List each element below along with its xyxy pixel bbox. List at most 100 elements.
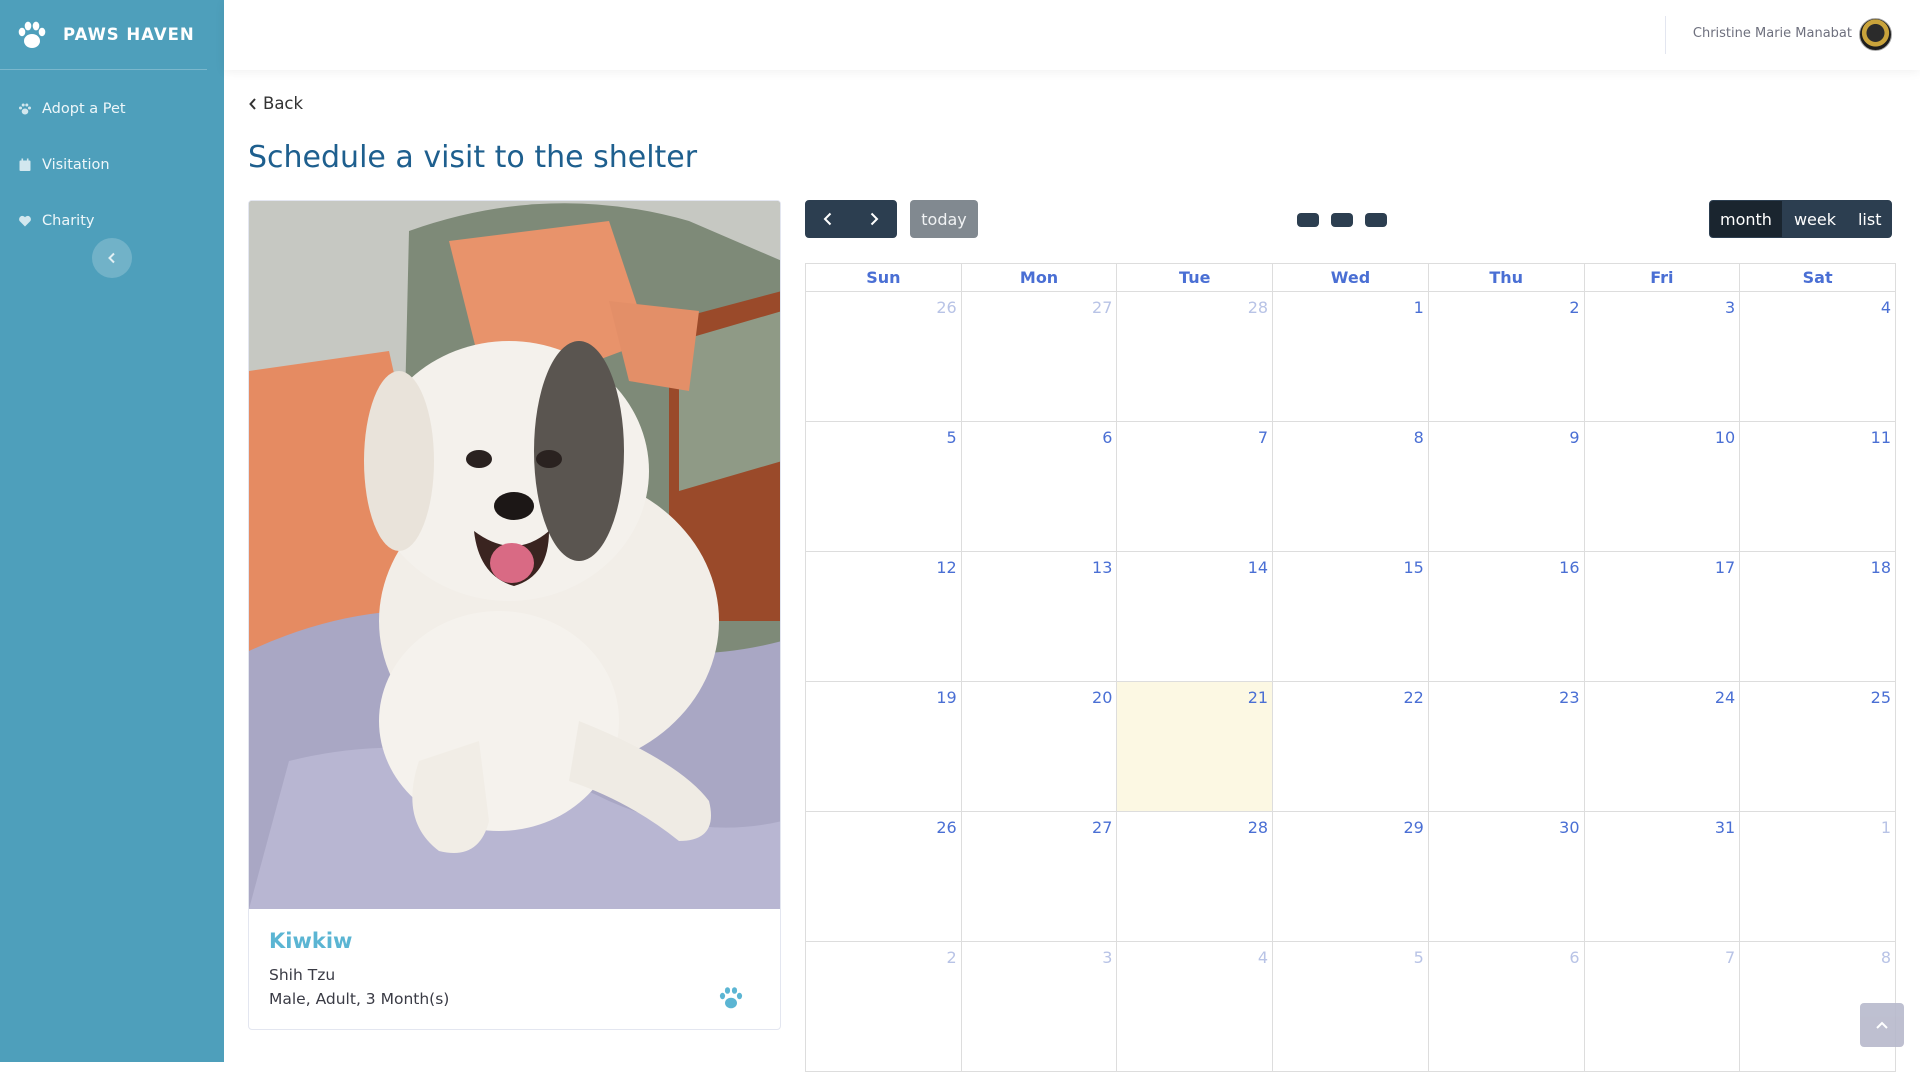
- day-number[interactable]: 8: [1414, 428, 1424, 447]
- calendar-day-cell[interactable]: 12: [805, 551, 962, 682]
- day-number[interactable]: 26: [936, 818, 956, 837]
- sidebar-item-visitation[interactable]: Visitation: [0, 137, 224, 193]
- calendar-day-cell[interactable]: 6: [960, 421, 1118, 552]
- day-number[interactable]: 6: [1102, 428, 1112, 447]
- day-number[interactable]: 27: [1092, 818, 1112, 837]
- day-number[interactable]: 4: [1258, 948, 1268, 967]
- calendar-day-cell[interactable]: 7: [1116, 421, 1274, 552]
- calendar-day-cell[interactable]: 26: [805, 291, 962, 422]
- calendar-day-cell[interactable]: 26: [805, 811, 962, 942]
- day-number[interactable]: 14: [1248, 558, 1268, 577]
- avatar[interactable]: [1859, 18, 1892, 51]
- day-number[interactable]: 31: [1715, 818, 1735, 837]
- calendar-day-cell[interactable]: 4: [1739, 291, 1896, 422]
- calendar-day-cell[interactable]: 14: [1116, 551, 1274, 682]
- calendar-day-cell[interactable]: 5: [805, 421, 962, 552]
- day-number[interactable]: 5: [1414, 948, 1424, 967]
- next-button[interactable]: [851, 200, 897, 238]
- scroll-to-top-button[interactable]: [1860, 1003, 1904, 1047]
- day-number[interactable]: 19: [936, 688, 956, 707]
- day-number[interactable]: 30: [1559, 818, 1579, 837]
- calendar-day-cell[interactable]: 7: [1583, 941, 1741, 1072]
- calendar-day-cell[interactable]: 3: [960, 941, 1118, 1072]
- day-number[interactable]: 2: [947, 948, 957, 967]
- sidebar-item-adopt-a-pet[interactable]: Adopt a Pet: [0, 81, 224, 137]
- view-list-button[interactable]: list: [1846, 200, 1893, 238]
- calendar-day-cell[interactable]: 15: [1272, 551, 1429, 682]
- day-number[interactable]: 1: [1414, 298, 1424, 317]
- day-number[interactable]: 4: [1881, 298, 1891, 317]
- calendar-day-cell[interactable]: 6: [1427, 941, 1585, 1072]
- calendar-day-cell[interactable]: 27: [960, 811, 1118, 942]
- calendar-day-cell[interactable]: 18: [1739, 551, 1896, 682]
- back-link[interactable]: Back: [248, 94, 303, 113]
- view-week-button[interactable]: week: [1782, 200, 1847, 238]
- day-number[interactable]: 17: [1715, 558, 1735, 577]
- today-button[interactable]: today: [910, 200, 978, 238]
- calendar-day-cell[interactable]: 4: [1116, 941, 1274, 1072]
- day-number[interactable]: 10: [1715, 428, 1735, 447]
- sidebar-toggle-button[interactable]: [92, 238, 132, 278]
- calendar-day-cell[interactable]: 19: [805, 681, 962, 812]
- day-number[interactable]: 27: [1092, 298, 1112, 317]
- day-number[interactable]: 20: [1092, 688, 1112, 707]
- day-number[interactable]: 21: [1248, 688, 1268, 707]
- calendar-day-cell[interactable]: 25: [1739, 681, 1896, 812]
- calendar-day-cell[interactable]: 2: [805, 941, 962, 1072]
- day-number[interactable]: 5: [947, 428, 957, 447]
- calendar-day-cell[interactable]: 30: [1427, 811, 1585, 942]
- calendar-day-cell[interactable]: 11: [1739, 421, 1896, 552]
- day-number[interactable]: 6: [1569, 948, 1579, 967]
- calendar-day-cell[interactable]: 5: [1272, 941, 1429, 1072]
- day-number[interactable]: 15: [1403, 558, 1423, 577]
- day-number[interactable]: 11: [1871, 428, 1891, 447]
- calendar-day-cell[interactable]: 2: [1427, 291, 1585, 422]
- day-number[interactable]: 26: [936, 298, 956, 317]
- day-number[interactable]: 9: [1569, 428, 1579, 447]
- prev-button[interactable]: [805, 200, 851, 238]
- day-number[interactable]: 28: [1248, 818, 1268, 837]
- calendar-day-cell[interactable]: 27: [960, 291, 1118, 422]
- day-number[interactable]: 22: [1403, 688, 1423, 707]
- day-number[interactable]: 3: [1725, 298, 1735, 317]
- day-number[interactable]: 3: [1102, 948, 1112, 967]
- day-number[interactable]: 29: [1403, 818, 1423, 837]
- day-number[interactable]: 2: [1569, 298, 1579, 317]
- day-number[interactable]: 1: [1881, 818, 1891, 837]
- day-number[interactable]: 24: [1715, 688, 1735, 707]
- day-number[interactable]: 16: [1559, 558, 1579, 577]
- view-month-button[interactable]: month: [1709, 200, 1783, 238]
- day-number[interactable]: 12: [936, 558, 956, 577]
- day-number[interactable]: 7: [1725, 948, 1735, 967]
- day-number[interactable]: 18: [1871, 558, 1891, 577]
- day-number[interactable]: 23: [1559, 688, 1579, 707]
- pet-details: Male, Adult, 3 Month(s): [269, 990, 450, 1008]
- calendar-day-cell[interactable]: 1: [1739, 811, 1896, 942]
- calendar-day-cell[interactable]: 13: [960, 551, 1118, 682]
- calendar-day-cell[interactable]: 9: [1427, 421, 1585, 552]
- calendar-day-cell[interactable]: 20: [960, 681, 1118, 812]
- calendar-day-cell[interactable]: 24: [1583, 681, 1741, 812]
- calendar-day-cell[interactable]: 10: [1583, 421, 1741, 552]
- calendar-title-loading: [1297, 213, 1387, 227]
- calendar-day-cell[interactable]: 28: [1116, 291, 1274, 422]
- calendar-day-cell[interactable]: 29: [1272, 811, 1429, 942]
- calendar-day-cell[interactable]: 1: [1272, 291, 1429, 422]
- day-number[interactable]: 8: [1881, 948, 1891, 967]
- day-number[interactable]: 25: [1871, 688, 1891, 707]
- day-number[interactable]: 13: [1092, 558, 1112, 577]
- calendar-day-cell[interactable]: 3: [1583, 291, 1741, 422]
- user-name[interactable]: Christine Marie Manabat: [1693, 26, 1852, 41]
- calendar-day-cell[interactable]: 8: [1272, 421, 1429, 552]
- calendar-day-cell[interactable]: 23: [1427, 681, 1585, 812]
- day-number[interactable]: 28: [1248, 298, 1268, 317]
- calendar-day-cell[interactable]: 16: [1427, 551, 1585, 682]
- pet-name[interactable]: Kiwkiw: [269, 929, 780, 953]
- calendar-day-cell[interactable]: 17: [1583, 551, 1741, 682]
- calendar-day-cell[interactable]: 28: [1116, 811, 1274, 942]
- calendar-day-cell[interactable]: 31: [1583, 811, 1741, 942]
- calendar-day-cell-today[interactable]: 21: [1116, 681, 1274, 812]
- brand[interactable]: PAWS HAVEN: [0, 0, 207, 70]
- calendar-day-cell[interactable]: 22: [1272, 681, 1429, 812]
- day-number[interactable]: 7: [1258, 428, 1268, 447]
